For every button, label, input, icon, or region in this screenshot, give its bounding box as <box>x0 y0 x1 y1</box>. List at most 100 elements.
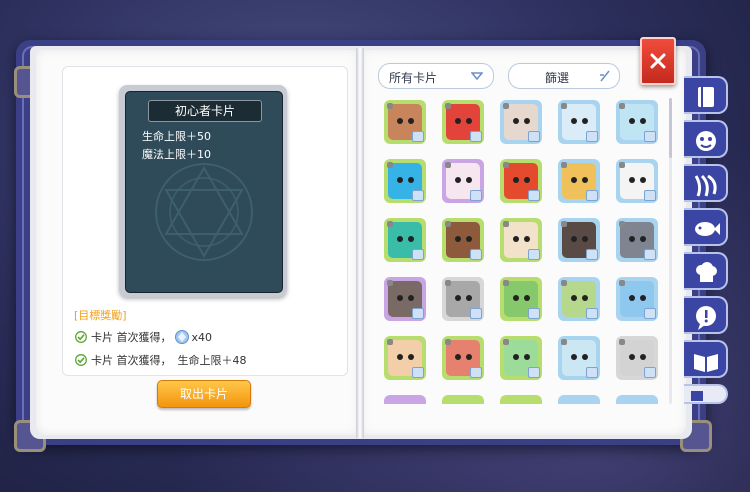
side-tab-book[interactable] <box>684 76 728 114</box>
card-slot-green-fairy[interactable] <box>500 336 542 380</box>
card-slot-pink-ghost[interactable] <box>442 159 484 203</box>
card-slot-blue-slime[interactable] <box>384 159 426 203</box>
grid-scrollbar[interactable] <box>669 98 672 404</box>
claw-icon <box>694 174 717 197</box>
card-type-icon <box>503 221 509 227</box>
card-slot-leaf-sprite[interactable] <box>500 277 542 321</box>
card-slot-wolf-creature[interactable] <box>500 100 542 144</box>
card-slot-praying-hands[interactable] <box>384 336 426 380</box>
side-tab-more[interactable] <box>684 384 728 404</box>
card-slot-partial[interactable] <box>616 395 658 404</box>
card-type-icon <box>561 162 567 168</box>
card-category-dropdown[interactable]: 所有卡片 <box>378 63 494 89</box>
card-type-icon <box>387 221 393 227</box>
crystal-icon <box>174 330 189 344</box>
side-tab-fish[interactable] <box>684 208 728 246</box>
card-slot-panda[interactable] <box>616 159 658 203</box>
card-type-icon <box>445 103 451 109</box>
selected-card: 初心者卡片 生命上限＋50 魔法上限＋10 <box>119 85 287 297</box>
card-slot-sky-angel[interactable] <box>558 336 600 380</box>
card-type-icon <box>619 162 625 168</box>
check-icon <box>75 331 87 343</box>
close-icon <box>650 53 666 69</box>
card-type-icon <box>445 280 451 286</box>
card-badge-icon <box>470 190 482 201</box>
card-badge-icon <box>528 308 540 319</box>
book-icon <box>698 87 714 107</box>
card-badge-icon <box>412 190 424 201</box>
chevron-down-icon <box>471 72 483 80</box>
side-tab-chef-hat[interactable] <box>684 252 728 290</box>
reward-2-text: 卡片 首次獲得， <box>91 354 172 367</box>
card-slot-red-imp[interactable] <box>500 159 542 203</box>
card-badge-icon <box>586 308 598 319</box>
card-type-icon <box>387 103 393 109</box>
close-button[interactable] <box>640 37 676 85</box>
card-slot-partial[interactable] <box>384 395 426 404</box>
side-tab-open-book[interactable] <box>684 340 728 378</box>
reward-row-2: 卡片 首次獲得， 生命上限＋48 <box>75 352 247 368</box>
card-type-icon <box>503 339 509 345</box>
card-badge-icon <box>586 131 598 142</box>
chef-hat-icon <box>696 262 717 282</box>
open-book-icon <box>694 354 718 372</box>
bookmark-icon <box>691 391 703 401</box>
card-slot-owl-warrior[interactable] <box>384 277 426 321</box>
card-slot-flame-knight[interactable] <box>558 159 600 203</box>
card-badge-icon <box>470 367 482 378</box>
card-slot-red-hood[interactable] <box>442 336 484 380</box>
card-badge-icon <box>412 367 424 378</box>
side-tab-claw[interactable] <box>684 164 728 202</box>
card-type-icon <box>561 280 567 286</box>
card-type-icon <box>619 103 625 109</box>
reward-1-amount: x40 <box>191 330 213 344</box>
card-slot-crow-knight[interactable] <box>616 218 658 262</box>
card-badge-icon <box>470 308 482 319</box>
card-slot-silver-knight[interactable] <box>616 336 658 380</box>
side-tab-alert-bubble[interactable] <box>684 296 728 334</box>
card-slot-ice-dragon[interactable] <box>616 277 658 321</box>
card-type-icon <box>387 162 393 168</box>
side-tab-mask[interactable] <box>684 120 728 158</box>
card-slot-brown-eye-creature[interactable] <box>384 100 426 144</box>
card-grid <box>382 98 662 404</box>
card-type-icon <box>561 221 567 227</box>
card-type-icon <box>445 162 451 168</box>
book-spine <box>356 48 364 438</box>
card-badge-icon <box>644 367 656 378</box>
card-type-icon <box>561 103 567 109</box>
filter-button[interactable]: 篩選 <box>508 63 620 89</box>
card-type-icon <box>445 221 451 227</box>
card-title: 初心者卡片 <box>148 100 262 122</box>
card-badge-icon <box>412 249 424 260</box>
mask-icon <box>696 131 716 151</box>
take-card-button[interactable]: 取出卡片 <box>157 380 251 408</box>
card-slot-white-elf[interactable] <box>500 218 542 262</box>
card-type-icon <box>619 280 625 286</box>
card-slot-sea-dragon[interactable] <box>384 218 426 262</box>
card-slot-frost-beast[interactable] <box>616 100 658 144</box>
card-slot-partial[interactable] <box>558 395 600 404</box>
card-slot-stone-golem[interactable] <box>442 277 484 321</box>
card-slot-dark-witch[interactable] <box>558 218 600 262</box>
card-badge-icon <box>528 367 540 378</box>
card-slot-grass-beast[interactable] <box>558 277 600 321</box>
reward-row-1: 卡片 首次獲得， x40 <box>75 329 212 345</box>
card-type-icon <box>445 339 451 345</box>
card-type-icon <box>387 339 393 345</box>
card-badge-icon <box>528 131 540 142</box>
card-slot-partial[interactable] <box>500 395 542 404</box>
card-badge-icon <box>586 190 598 201</box>
card-slot-brown-bear[interactable] <box>442 218 484 262</box>
card-badge-icon <box>586 249 598 260</box>
card-badge-icon <box>528 190 540 201</box>
card-type-icon <box>503 280 509 286</box>
card-slot-partial[interactable] <box>442 395 484 404</box>
card-type-icon <box>503 162 509 168</box>
fish-icon <box>695 222 720 236</box>
card-badge-icon <box>470 131 482 142</box>
card-slot-red-eye-creature[interactable] <box>442 100 484 144</box>
card-badge-icon <box>412 131 424 142</box>
magic-circle-emblem <box>155 163 253 261</box>
card-slot-snow-beast[interactable] <box>558 100 600 144</box>
